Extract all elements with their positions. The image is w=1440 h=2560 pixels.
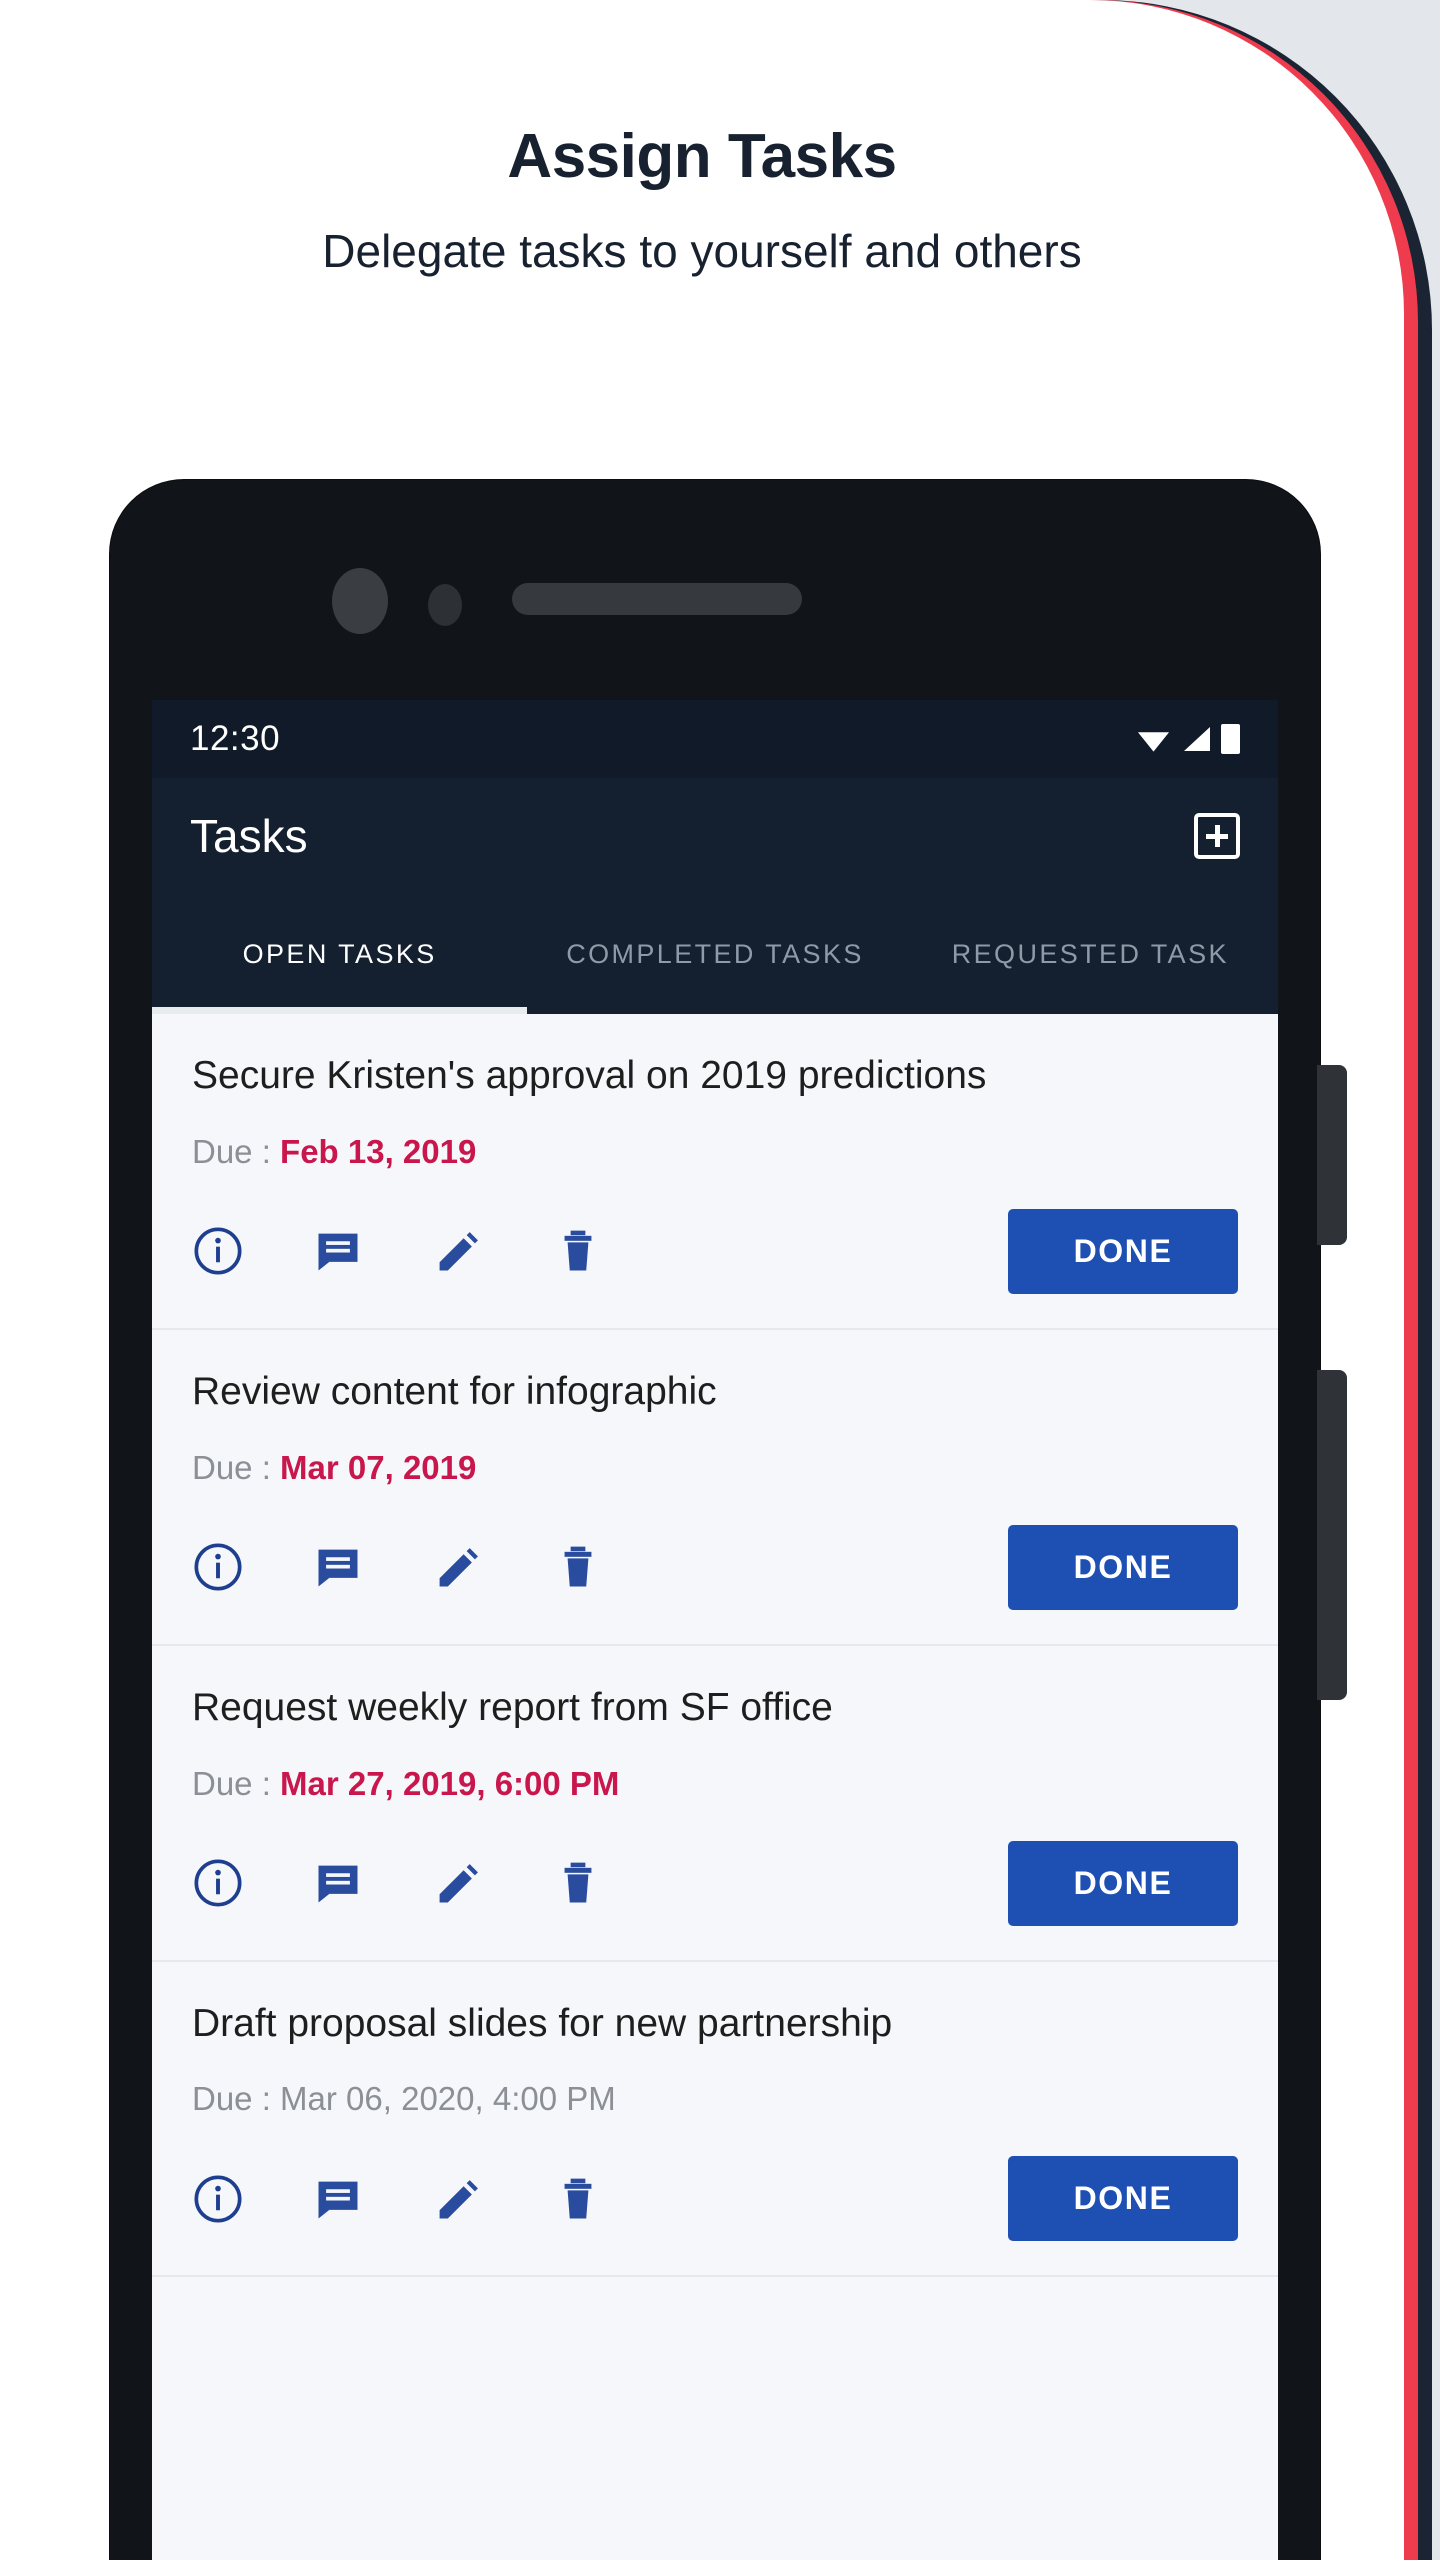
promo-header: Assign Tasks Delegate tasks to yourself …: [0, 0, 1404, 277]
promo-card: Assign Tasks Delegate tasks to yourself …: [0, 0, 1404, 2560]
edit-icon[interactable]: [432, 1541, 552, 1593]
app-bar-title: Tasks: [190, 810, 308, 862]
task-title: Draft proposal slides for new partnershi…: [192, 2001, 893, 2045]
signal-icon: [1184, 727, 1210, 751]
tab-open-tasks[interactable]: OPEN TASKS: [152, 894, 527, 1014]
edit-icon[interactable]: [432, 2173, 552, 2225]
edit-icon[interactable]: [432, 1225, 552, 1277]
comment-icon[interactable]: [312, 1225, 432, 1277]
due-value: Mar 06, 2020, 4:00 PM: [280, 2080, 616, 2118]
due-value: Mar 07, 2019: [280, 1448, 477, 1486]
task-title: Request weekly report from SF office: [192, 1685, 833, 1729]
task-due: Due : Mar 07, 2019: [192, 1449, 1238, 1487]
due-value: Mar 27, 2019, 6:00 PM: [280, 1764, 620, 1802]
info-icon[interactable]: [192, 1857, 312, 1909]
task-action-row: DONE: [192, 1524, 1238, 1610]
delete-icon[interactable]: [552, 1225, 672, 1277]
phone-device-frame: 12:30 Tasks OPEN TASKS COMPLETED TASKS R…: [110, 480, 1347, 2560]
comment-icon[interactable]: [312, 2173, 432, 2225]
earpiece-speaker: [512, 583, 802, 615]
done-button[interactable]: DONE: [1008, 1524, 1238, 1610]
front-camera-icon: [332, 568, 388, 634]
done-button[interactable]: DONE: [1008, 2156, 1238, 2242]
add-box-icon[interactable]: [1194, 813, 1240, 859]
due-prefix: Due :: [192, 1764, 281, 1802]
due-prefix: Due :: [192, 1132, 281, 1170]
comment-icon[interactable]: [312, 1541, 432, 1593]
battery-icon: [1221, 724, 1240, 754]
delete-icon[interactable]: [552, 1541, 672, 1593]
task-action-row: DONE: [192, 1840, 1238, 1926]
task-list-item[interactable]: Request weekly report from SF office Due…: [152, 1646, 1278, 1962]
page-title: Assign Tasks: [507, 122, 897, 191]
wifi-icon: [1137, 732, 1170, 752]
due-value: Feb 13, 2019: [280, 1132, 477, 1170]
done-button[interactable]: DONE: [1008, 1208, 1238, 1294]
tab-active-indicator: [152, 1007, 527, 1014]
phone-screen: 12:30 Tasks OPEN TASKS COMPLETED TASKS R…: [152, 700, 1278, 2560]
task-list-item[interactable]: Secure Kristen's approval on 2019 predic…: [152, 1014, 1278, 1330]
tab-bar: OPEN TASKS COMPLETED TASKS REQUESTED TAS…: [152, 894, 1278, 1014]
info-icon[interactable]: [192, 2173, 312, 2225]
task-title: Secure Kristen's approval on 2019 predic…: [192, 1054, 987, 1097]
task-list-item[interactable]: Draft proposal slides for new partnershi…: [152, 1962, 1278, 2278]
page-subtitle: Delegate tasks to yourself and others: [322, 225, 1082, 277]
task-due: Due : Mar 06, 2020, 4:00 PM: [192, 2080, 1238, 2118]
done-button[interactable]: DONE: [1008, 1840, 1238, 1926]
delete-icon[interactable]: [552, 1857, 672, 1909]
status-bar: 12:30: [152, 700, 1278, 778]
task-list-item[interactable]: Review content for infographic Due : Mar…: [152, 1330, 1278, 1646]
app-bar: Tasks: [152, 778, 1278, 894]
due-prefix: Due :: [192, 1448, 281, 1486]
task-action-row: DONE: [192, 2156, 1238, 2242]
proximity-sensor-icon: [428, 584, 462, 626]
info-icon[interactable]: [192, 1225, 312, 1277]
task-list: Secure Kristen's approval on 2019 predic…: [152, 1014, 1278, 2278]
power-button[interactable]: [1317, 1065, 1347, 1245]
volume-button[interactable]: [1317, 1370, 1347, 1700]
delete-icon[interactable]: [552, 2173, 672, 2225]
info-icon[interactable]: [192, 1541, 312, 1593]
tab-requested-task[interactable]: REQUESTED TASK: [903, 894, 1278, 1014]
comment-icon[interactable]: [312, 1857, 432, 1909]
tab-completed-tasks[interactable]: COMPLETED TASKS: [527, 894, 902, 1014]
status-icons: [1136, 724, 1240, 754]
task-action-row: DONE: [192, 1208, 1238, 1294]
task-due: Due : Feb 13, 2019: [192, 1133, 1238, 1171]
task-title: Review content for infographic: [192, 1369, 717, 1413]
edit-icon[interactable]: [432, 1857, 552, 1909]
status-time: 12:30: [190, 719, 281, 758]
task-due: Due : Mar 27, 2019, 6:00 PM: [192, 1765, 1238, 1803]
due-prefix: Due :: [192, 2080, 281, 2118]
